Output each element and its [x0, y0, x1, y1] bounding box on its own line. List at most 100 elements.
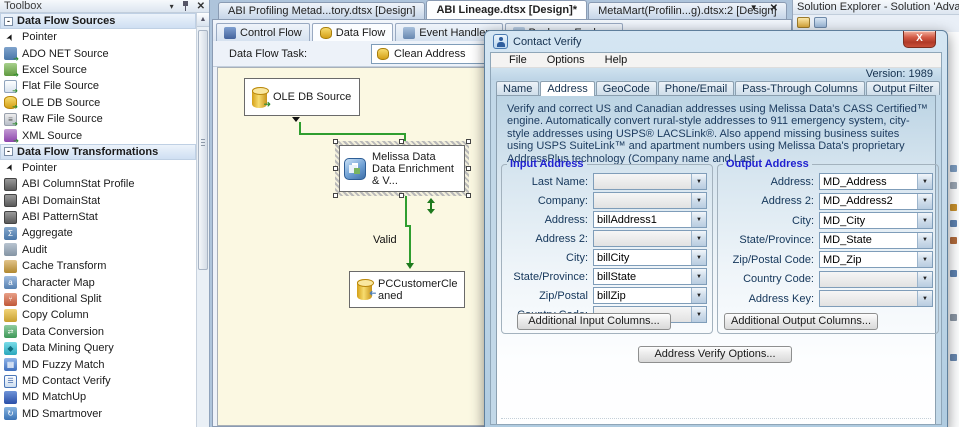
input-field-combo[interactable]: ▼	[593, 192, 707, 209]
input-field-combo[interactable]: billAddress1 ▼	[593, 211, 707, 228]
chevron-down-icon[interactable]: ▼	[917, 272, 932, 287]
additional-output-columns-button[interactable]: Additional Output Columns...	[724, 313, 878, 330]
resize-handle[interactable]	[466, 166, 471, 171]
toolbox-item[interactable]: Flat File Source	[0, 78, 196, 94]
toolbox-item[interactable]: OLE DB Source	[0, 95, 196, 111]
input-field-combo[interactable]: billState ▼	[593, 268, 707, 285]
menu-help[interactable]: Help	[595, 53, 638, 67]
input-field-combo[interactable]: billCity ▼	[593, 249, 707, 266]
chevron-down-icon[interactable]: ▼	[691, 288, 706, 303]
tab-data-flow[interactable]: Data Flow	[312, 23, 394, 41]
resize-handle[interactable]	[399, 193, 404, 198]
chevron-down-icon[interactable]: ▼	[917, 174, 932, 189]
divider	[501, 418, 931, 419]
tab-geocode[interactable]: GeoCode	[596, 81, 657, 95]
toolbox-section-transformations[interactable]: - Data Flow Transformations	[0, 144, 196, 160]
toolbox-item[interactable]: Character Map	[0, 274, 196, 290]
chevron-down-icon[interactable]: ▼	[691, 307, 706, 322]
toolbox-item[interactable]: Raw File Source	[0, 111, 196, 127]
refresh-icon[interactable]	[814, 17, 827, 28]
toolbox-item[interactable]: ABI DomainStat	[0, 193, 196, 209]
field-row: State/Province: MD_State ▼	[718, 231, 938, 251]
toolbox-item[interactable]: MD Smartmover	[0, 406, 196, 422]
toolbox-item[interactable]: Conditional Split	[0, 291, 196, 307]
pin-icon[interactable]	[181, 1, 190, 12]
tab-output-filter[interactable]: Output Filter	[866, 81, 941, 95]
toolbox-item[interactable]: Pointer	[0, 160, 196, 176]
tab-abi-lineage[interactable]: ABI Lineage.dtsx [Design]*	[426, 0, 587, 19]
menu-file[interactable]: File	[499, 53, 537, 67]
chevron-down-icon[interactable]: ▼	[691, 212, 706, 227]
folder-icon[interactable]	[797, 17, 810, 28]
toolbox-item[interactable]: Data Conversion	[0, 324, 196, 340]
toolbox-item-label: Pointer	[22, 31, 57, 43]
toolbox-item[interactable]: ADO NET Source	[0, 45, 196, 61]
input-field-combo[interactable]: ▼	[593, 173, 707, 190]
chevron-down-icon[interactable]: ▼	[917, 213, 932, 228]
tab-abi-profiling[interactable]: ABI Profiling Metad...tory.dtsx [Design]	[218, 2, 425, 19]
chevron-down-icon[interactable]: ▼	[691, 174, 706, 189]
dialog-close-button[interactable]: X	[903, 31, 936, 48]
toolbox-item[interactable]: Aggregate	[0, 225, 196, 241]
resize-handle[interactable]	[399, 139, 404, 144]
toolbox-item[interactable]: ABI ColumnStat Profile	[0, 176, 196, 192]
input-field-combo[interactable]: billZip ▼	[593, 287, 707, 304]
output-field-combo[interactable]: MD_Zip ▼	[819, 251, 933, 268]
menu-options[interactable]: Options	[537, 53, 595, 67]
chevron-down-icon[interactable]: ▼	[691, 231, 706, 246]
chevron-down-icon[interactable]: ▼	[917, 194, 932, 209]
output-field-combo[interactable]: ▼	[819, 271, 933, 288]
tab-control-flow[interactable]: Control Flow	[216, 23, 310, 41]
tab-pass-through-columns[interactable]: Pass-Through Columns	[735, 81, 865, 95]
toolbox-item-label: Flat File Source	[22, 80, 99, 92]
output-field-combo[interactable]: MD_State ▼	[819, 232, 933, 249]
toolbox-item[interactable]: MD Fuzzy Match	[0, 356, 196, 372]
tab-address[interactable]: Address	[540, 81, 594, 96]
chevron-down-icon[interactable]: ▼	[691, 269, 706, 284]
output-field-combo[interactable]: MD_City ▼	[819, 212, 933, 229]
active-files-icon[interactable]: ▼	[750, 3, 758, 14]
node-ole-db-source[interactable]: ➜ OLE DB Source	[244, 78, 360, 116]
window-position-icon[interactable]: ▾	[170, 2, 174, 11]
collapse-icon[interactable]: -	[4, 147, 13, 156]
close-icon[interactable]: ✕	[197, 1, 205, 12]
toolbox-item[interactable]: MD MatchUp	[0, 389, 196, 405]
toolbox-item[interactable]: XML Source	[0, 127, 196, 143]
resize-handle[interactable]	[466, 193, 471, 198]
chevron-down-icon[interactable]: ▼	[691, 250, 706, 265]
toolbox-item[interactable]: Excel Source	[0, 62, 196, 78]
toolbox-scrollbar[interactable]: ▲	[196, 13, 209, 427]
chevron-down-icon[interactable]: ▼	[917, 252, 932, 267]
scroll-up-icon[interactable]: ▲	[197, 13, 209, 27]
toolbox-item[interactable]: Pointer	[0, 29, 196, 45]
node-melissa-contact-verify[interactable]: Melissa Data Data Enrichment & V...	[339, 145, 465, 192]
output-drag-arrow-icon[interactable]	[427, 198, 435, 214]
tab-phone-email[interactable]: Phone/Email	[658, 81, 734, 95]
address-verify-options-button[interactable]: Address Verify Options...	[638, 346, 792, 363]
resize-handle[interactable]	[466, 139, 471, 144]
close-document-icon[interactable]: ✕	[770, 3, 778, 14]
collapse-icon[interactable]: -	[4, 17, 13, 26]
toolbox-item[interactable]: Copy Column	[0, 307, 196, 323]
toolbox-item[interactable]: Audit	[0, 242, 196, 258]
resize-handle[interactable]	[333, 193, 338, 198]
output-field-combo[interactable]: MD_Address ▼	[819, 173, 933, 190]
resize-handle[interactable]	[333, 166, 338, 171]
output-field-combo[interactable]: MD_Address2 ▼	[819, 193, 933, 210]
node-pccustomercleaned[interactable]: ➜ PCCustomerCleaned	[349, 271, 465, 308]
dialog-titlebar[interactable]: Contact Verify	[490, 31, 942, 52]
toolbox-item[interactable]: MD Contact Verify	[0, 373, 196, 389]
output-field-combo[interactable]: ▼	[819, 290, 933, 307]
chevron-down-icon[interactable]: ▼	[917, 291, 932, 306]
toolbox-item[interactable]: Cache Transform	[0, 258, 196, 274]
chevron-down-icon[interactable]: ▼	[691, 193, 706, 208]
tab-name[interactable]: Name	[496, 81, 539, 95]
additional-input-columns-button[interactable]: Additional Input Columns...	[517, 313, 671, 330]
toolbox-section-sources[interactable]: - Data Flow Sources	[0, 13, 196, 29]
chevron-down-icon[interactable]: ▼	[917, 233, 932, 248]
toolbox-item[interactable]: ABI PatternStat	[0, 209, 196, 225]
input-field-combo[interactable]: ▼	[593, 230, 707, 247]
toolbox-item[interactable]: Data Mining Query	[0, 340, 196, 356]
resize-handle[interactable]	[333, 139, 338, 144]
scrollbar-thumb[interactable]	[198, 30, 208, 270]
